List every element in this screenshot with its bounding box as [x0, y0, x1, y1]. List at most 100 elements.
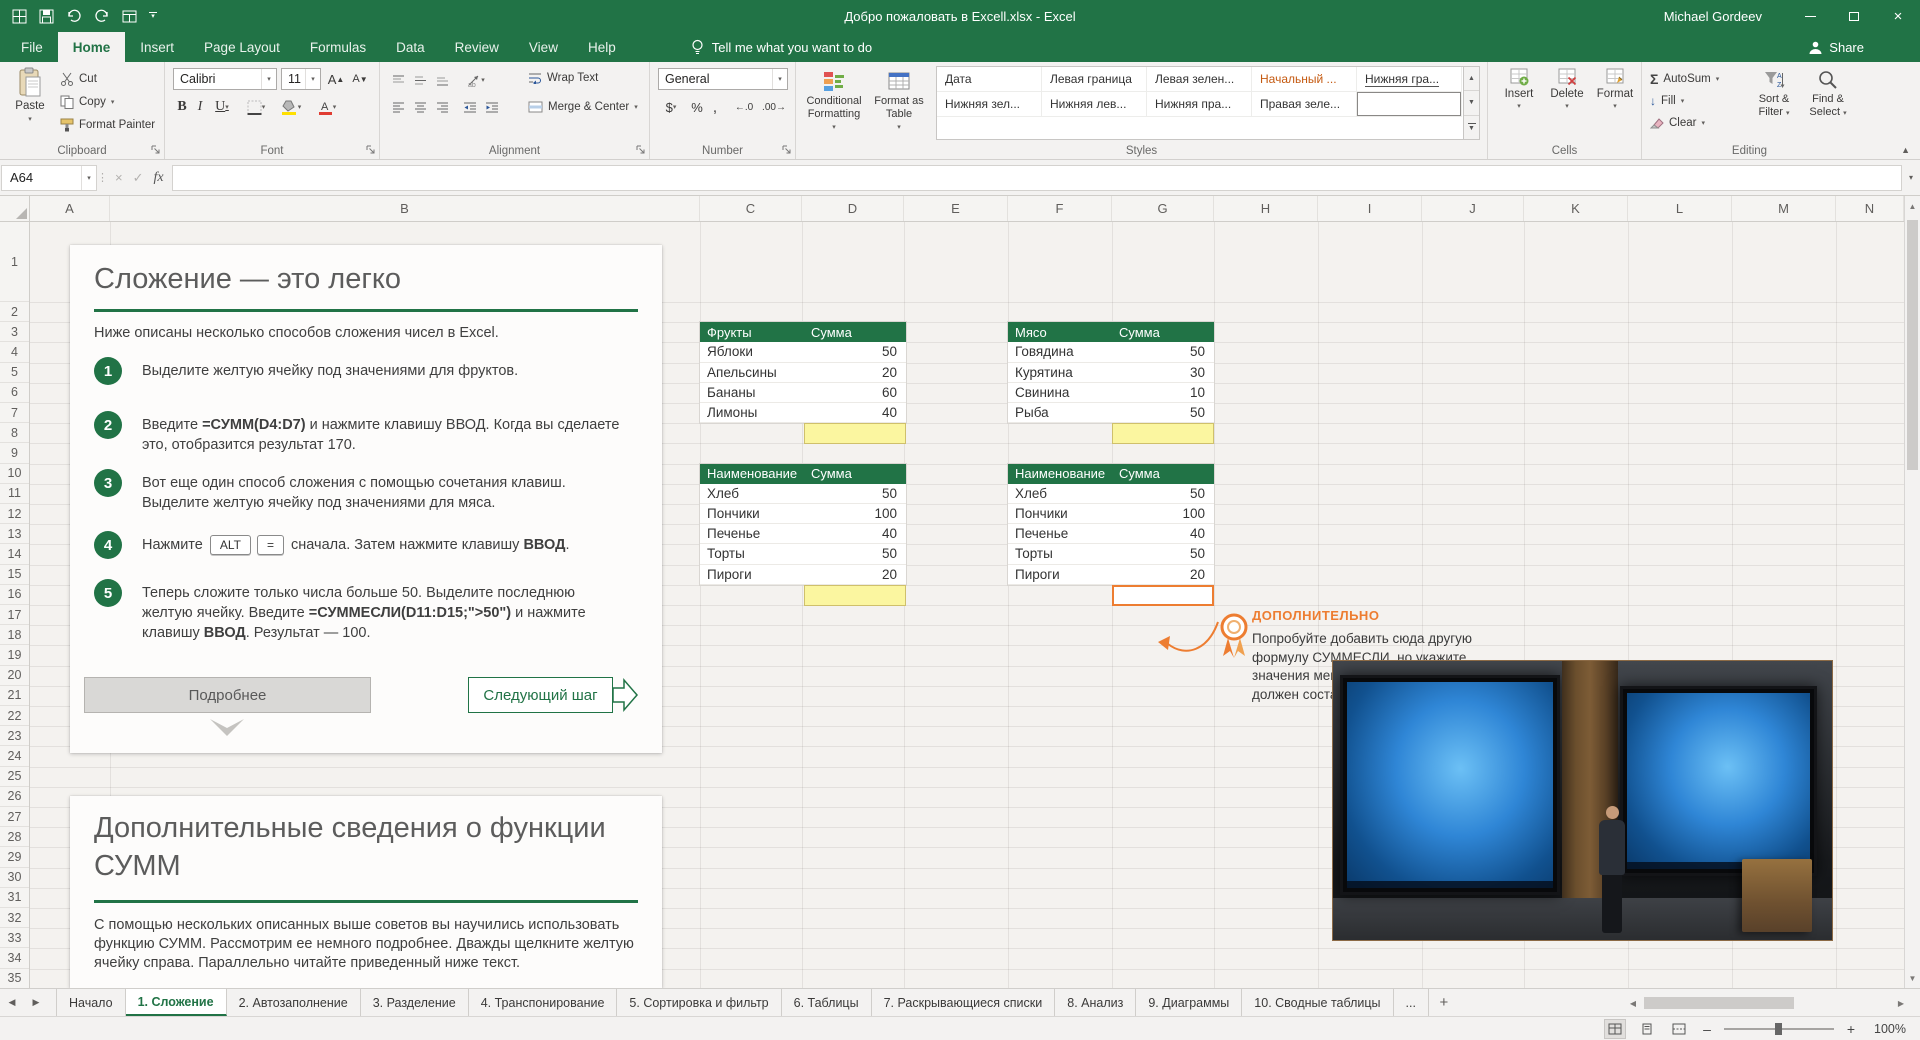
next-step-button[interactable]: Следующий шаг: [468, 677, 613, 713]
column-header-M[interactable]: M: [1732, 196, 1836, 222]
scroll-up-icon[interactable]: ▲: [1905, 196, 1920, 216]
zoom-in-button[interactable]: +: [1844, 1021, 1858, 1037]
column-header-I[interactable]: I: [1318, 196, 1422, 222]
gallery-up-button[interactable]: ▲: [1464, 67, 1479, 91]
page-break-view-button[interactable]: [1668, 1019, 1690, 1039]
delete-cells-button[interactable]: Delete ▾: [1544, 66, 1590, 142]
zoom-out-button[interactable]: –: [1700, 1021, 1714, 1037]
row-header-21[interactable]: 21: [0, 686, 29, 706]
collapse-ribbon-button[interactable]: ▲: [1901, 145, 1910, 155]
cancel-icon[interactable]: ×: [115, 170, 123, 185]
sheet-tab-0[interactable]: Начало: [56, 989, 126, 1016]
conditional-formatting-button[interactable]: Conditional Formatting ▾: [802, 66, 866, 142]
sheet-tab-3[interactable]: 3. Разделение: [361, 989, 469, 1016]
scroll-left-icon[interactable]: ◀: [1624, 999, 1642, 1008]
column-header-D[interactable]: D: [802, 196, 904, 222]
table-icon[interactable]: [122, 10, 137, 23]
save-icon[interactable]: [39, 9, 54, 24]
sum-input-cell[interactable]: [804, 585, 906, 606]
decrease-font-button[interactable]: A▼: [349, 68, 371, 90]
ribbon-tab-formulas[interactable]: Formulas: [295, 32, 381, 62]
sort-filter-button[interactable]: AZ Sort & Filter ▾: [1748, 66, 1800, 142]
formula-bar-grip[interactable]: ⋮: [97, 171, 107, 184]
row-header-27[interactable]: 27: [0, 807, 29, 827]
fill-button[interactable]: ↓ Fill▾: [1650, 91, 1719, 110]
row-header-10[interactable]: 10: [0, 464, 29, 484]
row-header-3[interactable]: 3: [0, 322, 29, 342]
cut-button[interactable]: Cut: [60, 70, 155, 88]
row-header-2[interactable]: 2: [0, 302, 29, 322]
maximize-button[interactable]: [1832, 0, 1876, 32]
sum-input-cell[interactable]: [1112, 423, 1214, 444]
align-center-icon[interactable]: [410, 96, 430, 118]
column-header-C[interactable]: C: [700, 196, 802, 222]
number-dialog-launcher[interactable]: [782, 145, 792, 155]
column-header-N[interactable]: N: [1836, 196, 1904, 222]
row-header-9[interactable]: 9: [0, 443, 29, 463]
ribbon-tab-data[interactable]: Data: [381, 32, 440, 62]
format-cells-button[interactable]: Format ▾: [1592, 66, 1638, 142]
alignment-dialog-launcher[interactable]: [636, 145, 646, 155]
insert-cells-button[interactable]: Insert ▾: [1496, 66, 1542, 142]
decrease-decimal-button[interactable]: .00→: [760, 96, 788, 118]
row-header-34[interactable]: 34: [0, 948, 29, 968]
font-color-button[interactable]: A▾: [311, 96, 343, 118]
cell-style-item-3[interactable]: Начальный ...: [1252, 67, 1357, 92]
increase-font-button[interactable]: A▲: [325, 68, 347, 90]
row-header-22[interactable]: 22: [0, 706, 29, 726]
row-header-11[interactable]: 11: [0, 484, 29, 504]
format-as-table-button[interactable]: Format as Table ▾: [868, 66, 930, 142]
autosum-button[interactable]: Σ AutoSum▾: [1650, 69, 1719, 88]
more-button[interactable]: Подробнее: [84, 677, 371, 713]
wrap-text-button[interactable]: Wrap Text: [528, 69, 598, 87]
sheet-nav-right[interactable]: ▶: [24, 989, 48, 1016]
clipboard-dialog-launcher[interactable]: [151, 145, 161, 155]
row-header-19[interactable]: 19: [0, 645, 29, 665]
row-header-12[interactable]: 12: [0, 504, 29, 524]
increase-decimal-button[interactable]: ←.0: [730, 96, 758, 118]
column-header-H[interactable]: H: [1214, 196, 1318, 222]
sheet-tab-2[interactable]: 2. Автозаполнение: [227, 989, 361, 1016]
normal-view-button[interactable]: [1604, 1019, 1626, 1039]
orientation-button[interactable]: ab▾: [460, 69, 492, 91]
ribbon-tab-page-layout[interactable]: Page Layout: [189, 32, 295, 62]
row-header-6[interactable]: 6: [0, 383, 29, 403]
row-header-23[interactable]: 23: [0, 726, 29, 746]
horizontal-scrollbar[interactable]: ◀ ▶: [1624, 994, 1910, 1012]
ribbon-tab-insert[interactable]: Insert: [125, 32, 189, 62]
gallery-down-button[interactable]: ▼: [1464, 91, 1479, 115]
sum-highlight-cell[interactable]: [1112, 585, 1214, 606]
ribbon-tab-help[interactable]: Help: [573, 32, 631, 62]
close-button[interactable]: ×: [1876, 0, 1920, 32]
row-header-20[interactable]: 20: [0, 666, 29, 686]
cell-style-item-9[interactable]: [1357, 92, 1462, 117]
align-top-icon[interactable]: [388, 69, 408, 91]
row-header-24[interactable]: 24: [0, 746, 29, 766]
row-header-32[interactable]: 32: [0, 908, 29, 928]
row-header-8[interactable]: 8: [0, 423, 29, 443]
cell-style-item-0[interactable]: Дата: [937, 67, 1042, 92]
borders-button[interactable]: ▾: [241, 96, 271, 118]
insert-function-icon[interactable]: fx: [154, 170, 164, 186]
formula-input[interactable]: [172, 165, 1902, 191]
sheet-tab-1[interactable]: 1. Сложение: [126, 989, 227, 1016]
cell-style-item-5[interactable]: Нижняя зел...: [937, 92, 1042, 117]
clear-button[interactable]: Clear▾: [1650, 113, 1719, 132]
column-header-K[interactable]: K: [1524, 196, 1628, 222]
sheet-tab-6[interactable]: 6. Таблицы: [782, 989, 872, 1016]
select-all-corner[interactable]: [0, 196, 30, 222]
zoom-slider[interactable]: [1724, 1021, 1834, 1037]
row-header-17[interactable]: 17: [0, 605, 29, 625]
page-layout-view-button[interactable]: [1636, 1019, 1658, 1039]
enter-icon[interactable]: ✓: [133, 170, 144, 186]
row-header-35[interactable]: 35: [0, 969, 29, 988]
cell-style-item-6[interactable]: Нижняя лев...: [1042, 92, 1147, 117]
sheet-nav-left[interactable]: ◀: [0, 989, 24, 1016]
paste-dropdown[interactable]: ▾: [28, 115, 32, 123]
vertical-scrollbar[interactable]: ▲ ▼: [1904, 196, 1920, 988]
sheet-tab-7[interactable]: 7. Раскрывающиеся списки: [872, 989, 1056, 1016]
underline-button[interactable]: U ▾: [209, 96, 235, 118]
row-header-7[interactable]: 7: [0, 403, 29, 423]
cell-style-item-2[interactable]: Левая зелен...: [1147, 67, 1252, 92]
ribbon-tab-home[interactable]: Home: [58, 32, 126, 62]
